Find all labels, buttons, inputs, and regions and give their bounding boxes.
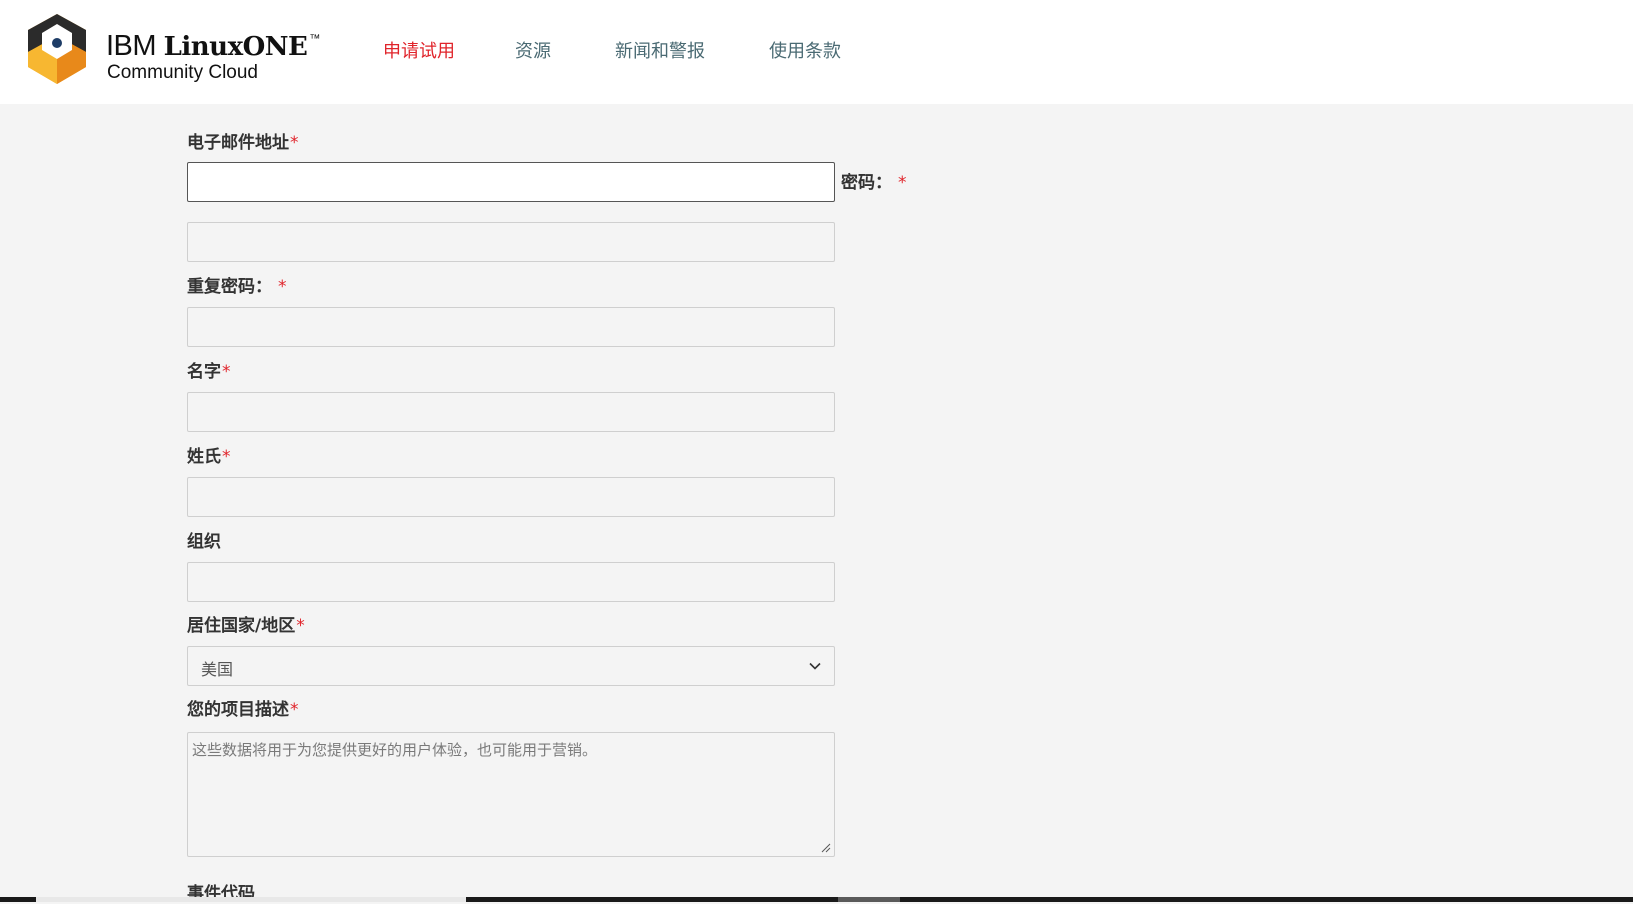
- email-label: 电子邮件地址*: [187, 133, 299, 153]
- nav-item-resources[interactable]: 资源: [515, 37, 551, 63]
- organization-field[interactable]: [187, 562, 835, 602]
- password-field[interactable]: [187, 222, 835, 262]
- chevron-down-icon: [809, 662, 821, 670]
- main-nav: 申请试用 资源 新闻和警报 使用条款: [366, 37, 841, 63]
- logo-subtitle: Community Cloud: [107, 62, 258, 83]
- site-header: IBM LinuxONE ™ Community Cloud 申请试用 资源 新闻…: [0, 0, 1633, 104]
- nav-item-apply-trial[interactable]: 申请试用: [383, 37, 455, 63]
- country-selected-value: 美国: [201, 660, 234, 679]
- logo-wordmark: IBM LinuxONE ™: [106, 30, 320, 62]
- country-label: 居住国家/地区*: [187, 616, 305, 636]
- last-name-field[interactable]: [187, 477, 835, 517]
- horizontal-scrollbar[interactable]: [0, 897, 1633, 902]
- project-description-textarea[interactable]: 这些数据将用于为您提供更好的用户体验，也可能用于营销。: [187, 732, 835, 857]
- repeat-password-label: 重复密码： *: [187, 277, 287, 297]
- scrollbar-thumb[interactable]: [36, 897, 466, 902]
- scrollbar-segment: [838, 897, 900, 902]
- organization-label: 组织: [187, 532, 221, 552]
- first-name-label: 名字*: [187, 362, 231, 382]
- nav-item-news-alerts[interactable]: 新闻和警报: [615, 37, 705, 63]
- linuxone-logo[interactable]: IBM LinuxONE ™ Community Cloud: [24, 12, 324, 92]
- last-name-label: 姓氏*: [187, 447, 231, 467]
- resize-grip-icon[interactable]: [821, 843, 831, 853]
- repeat-password-field[interactable]: [187, 307, 835, 347]
- email-field[interactable]: [187, 162, 835, 202]
- project-description-label: 您的项目描述*: [187, 700, 299, 720]
- country-select[interactable]: 美国: [187, 646, 835, 686]
- linuxone-logo-icon: [28, 14, 86, 84]
- first-name-field[interactable]: [187, 392, 835, 432]
- password-label: 密码： *: [841, 173, 907, 193]
- project-description-placeholder: 这些数据将用于为您提供更好的用户体验，也可能用于营销。: [192, 741, 598, 759]
- nav-item-terms-of-use[interactable]: 使用条款: [769, 37, 841, 63]
